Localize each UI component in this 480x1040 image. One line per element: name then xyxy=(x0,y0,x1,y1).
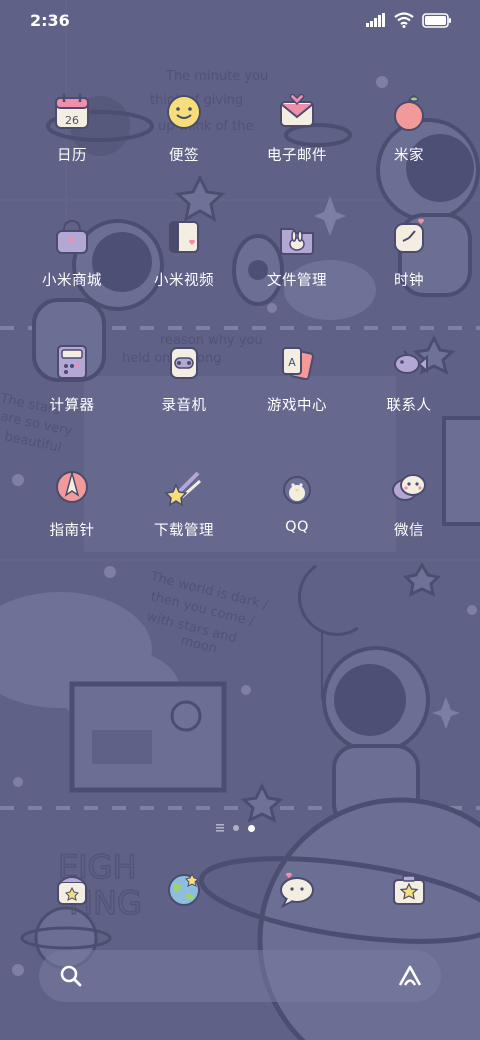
app-download-manager[interactable]: 下载管理 xyxy=(129,465,239,540)
app-contacts[interactable]: 联系人 xyxy=(354,340,464,415)
clock-icon xyxy=(394,218,425,253)
app-mi-store[interactable]: 小米商城 xyxy=(17,215,127,290)
mijia-apple-icon xyxy=(394,95,424,131)
app-label: 便签 xyxy=(169,148,199,164)
app-wechat[interactable]: 微信 xyxy=(354,465,464,540)
app-label: 文件管理 xyxy=(267,273,327,289)
download-star-icon xyxy=(164,471,201,507)
app-game-center[interactable]: A 游戏中心 xyxy=(242,340,352,415)
dock-messages[interactable] xyxy=(242,868,352,912)
qq-penguin-icon xyxy=(283,476,311,504)
app-label: 指南针 xyxy=(49,523,95,539)
svg-text:A: A xyxy=(288,356,296,369)
dock-browser[interactable] xyxy=(129,868,239,912)
app-label: 游戏中心 xyxy=(267,398,327,414)
app-mijia[interactable]: 米家 xyxy=(354,90,464,165)
app-label: 微信 xyxy=(394,523,424,539)
page-dot xyxy=(233,825,239,831)
recorder-icon xyxy=(170,347,198,379)
app-notes[interactable]: 便签 xyxy=(129,90,239,165)
app-clock[interactable]: 时钟 xyxy=(354,215,464,290)
dock-camera[interactable] xyxy=(354,868,464,912)
search-icon[interactable] xyxy=(59,964,83,988)
app-label: 日历 xyxy=(57,148,87,164)
page-indicator[interactable] xyxy=(216,824,255,832)
app-calendar[interactable]: 26 日历 xyxy=(17,90,127,165)
mi-store-bag-icon xyxy=(56,219,88,254)
app-label: 联系人 xyxy=(386,398,432,414)
calculator-icon xyxy=(57,345,87,379)
file-manager-icon xyxy=(280,228,314,255)
app-label: 小米视频 xyxy=(154,273,214,289)
app-label: 米家 xyxy=(394,148,424,164)
svg-text:26: 26 xyxy=(65,114,79,127)
app-label: 录音机 xyxy=(161,398,207,414)
game-center-cards-icon: A xyxy=(282,347,314,381)
compass-icon xyxy=(56,470,88,503)
app-label: 下载管理 xyxy=(154,523,214,539)
app-recorder[interactable]: 录音机 xyxy=(129,340,239,415)
contacts-fish-icon xyxy=(394,350,428,374)
page-dot-active xyxy=(248,824,255,832)
status-bar: 2:36 xyxy=(0,0,480,40)
messages-bubble-icon xyxy=(280,872,314,909)
battery-icon xyxy=(422,12,451,28)
calendar-icon: 26 xyxy=(55,94,89,129)
app-label: QQ xyxy=(285,519,309,535)
status-time: 2:36 xyxy=(30,11,70,30)
app-file-manager[interactable]: 文件管理 xyxy=(242,215,352,290)
signal-icon xyxy=(366,13,385,27)
wifi-icon xyxy=(394,12,414,28)
search-bar[interactable] xyxy=(39,950,441,1002)
app-label: 小米商城 xyxy=(42,273,102,289)
app-label: 时钟 xyxy=(394,273,424,289)
app-label: 计算器 xyxy=(49,398,95,414)
app-qq[interactable]: QQ xyxy=(242,465,352,535)
page-list-icon xyxy=(216,824,224,832)
camera-star-icon xyxy=(393,875,425,905)
app-label: 电子邮件 xyxy=(267,148,327,164)
email-icon xyxy=(280,93,314,127)
app-calculator[interactable]: 计算器 xyxy=(17,340,127,415)
notes-icon xyxy=(167,95,201,129)
mi-video-icon xyxy=(169,221,199,253)
assistant-icon[interactable] xyxy=(397,964,423,988)
dock-phone[interactable] xyxy=(17,868,127,912)
app-mi-video[interactable]: 小米视频 xyxy=(129,215,239,290)
phone-icon xyxy=(57,876,87,905)
status-icons xyxy=(366,12,452,28)
app-compass[interactable]: 指南针 xyxy=(17,465,127,540)
wallpaper-text: The minute you xyxy=(165,69,268,84)
browser-globe-icon xyxy=(168,872,200,906)
app-email[interactable]: 电子邮件 xyxy=(242,90,352,165)
wechat-bubble-icon xyxy=(392,474,426,501)
